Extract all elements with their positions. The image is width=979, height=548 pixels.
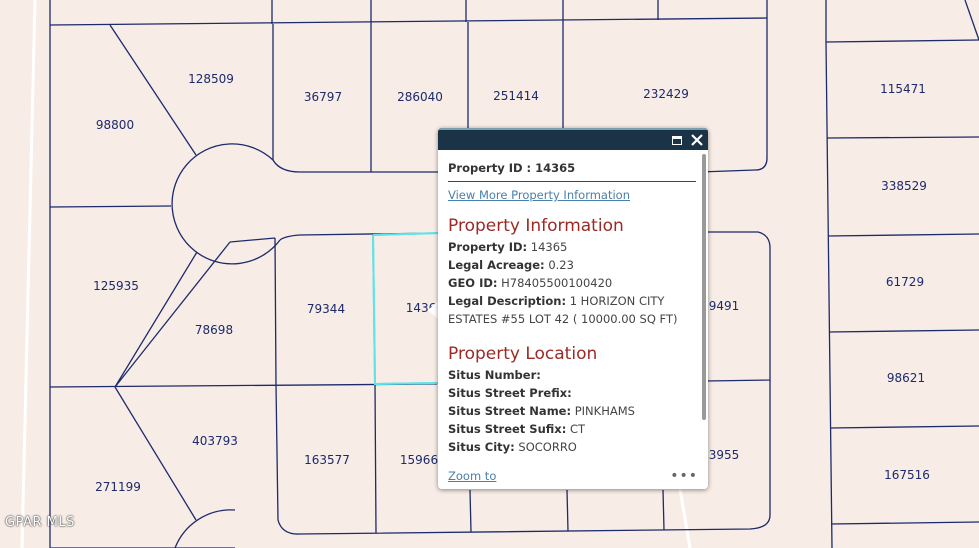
field-value: SOCORRO xyxy=(518,440,577,454)
property-field-row: Legal Acreage: 0.23 xyxy=(448,256,698,274)
parcel-label: 98621 xyxy=(886,371,926,385)
parcel-label: 232429 xyxy=(643,87,689,101)
parcel-label: 271199 xyxy=(95,480,141,494)
field-label: Situs Street Name: xyxy=(448,404,572,418)
popup-scrollbar[interactable] xyxy=(702,154,706,420)
maximize-icon[interactable] xyxy=(670,133,684,147)
property-field-row: Situs Street Sufix: CT xyxy=(448,420,698,438)
property-popup: Property ID : 14365 View More Property I… xyxy=(438,128,708,489)
parcel-label: 251414 xyxy=(493,89,539,103)
field-label: Situs Street Sufix: xyxy=(448,422,567,436)
popup-footer: Zoom to ••• xyxy=(438,468,708,489)
field-label: Situs City: xyxy=(448,440,515,454)
property-location-title: Property Location xyxy=(448,344,598,364)
parcel-label: 128509 xyxy=(188,72,234,86)
close-icon[interactable] xyxy=(690,133,704,147)
popup-body[interactable]: Property ID : 14365 View More Property I… xyxy=(438,150,708,460)
property-field-row: Property ID: 14365 xyxy=(448,238,698,256)
field-value: CT xyxy=(569,422,586,436)
field-label: Situs Number: xyxy=(448,368,541,382)
parcel-label: 286040 xyxy=(397,90,443,104)
parcel-label: 61729 xyxy=(885,275,925,289)
parcel-label: 15966 xyxy=(399,453,439,467)
field-value: TX xyxy=(528,458,543,460)
property-field-row: Situs Number: xyxy=(448,366,698,384)
zoom-to-link[interactable]: Zoom to xyxy=(448,469,496,483)
field-label: Legal Acreage: xyxy=(448,258,545,272)
parcel-label: 403793 xyxy=(192,434,238,448)
property-field-row: GEO ID: H78405500100420 xyxy=(448,274,698,292)
field-value: PINKHAMS xyxy=(574,404,635,418)
field-label: GEO ID: xyxy=(448,276,498,290)
parcel-label: 125935 xyxy=(93,279,139,293)
property-information-title: Property Information xyxy=(448,216,624,236)
property-field-row: Situs City: SOCORRO xyxy=(448,438,698,456)
field-label: Situs Street Prefix: xyxy=(448,386,572,400)
more-actions-icon[interactable]: ••• xyxy=(670,468,698,484)
parcel-label: 36797 xyxy=(303,90,343,104)
field-label: Situs State: xyxy=(448,458,524,460)
property-field-row: Situs State: TX xyxy=(448,456,698,460)
property-field-row: Situs Street Name: PINKHAMS xyxy=(448,402,698,420)
property-field-row: Legal Description: 1 HORIZON CITY ESTATE… xyxy=(448,292,698,328)
parcel-label: 338529 xyxy=(881,179,927,193)
view-more-link[interactable]: View More Property Information xyxy=(448,188,698,202)
parcel-label: 115471 xyxy=(880,82,926,96)
parcel-label: 167516 xyxy=(884,468,930,482)
popup-header xyxy=(438,128,708,150)
parcel-label: 9491 xyxy=(708,299,740,313)
field-label: Property ID: xyxy=(448,240,528,254)
property-id-heading: Property ID : 14365 xyxy=(448,160,696,182)
mls-watermark: GPAR MLS xyxy=(5,515,75,530)
field-value: 14365 xyxy=(530,240,568,254)
field-value: 0.23 xyxy=(548,258,574,272)
parcel-label: 3955 xyxy=(708,448,740,462)
parcel-label: 163577 xyxy=(304,453,350,467)
property-field-row: Situs Street Prefix: xyxy=(448,384,698,402)
field-value: H78405500100420 xyxy=(501,276,613,290)
parcel-label: 78698 xyxy=(194,323,234,337)
parcel-label: 79344 xyxy=(306,302,346,316)
parcel-label: 98800 xyxy=(95,118,135,132)
field-label: Legal Description: xyxy=(448,294,567,308)
